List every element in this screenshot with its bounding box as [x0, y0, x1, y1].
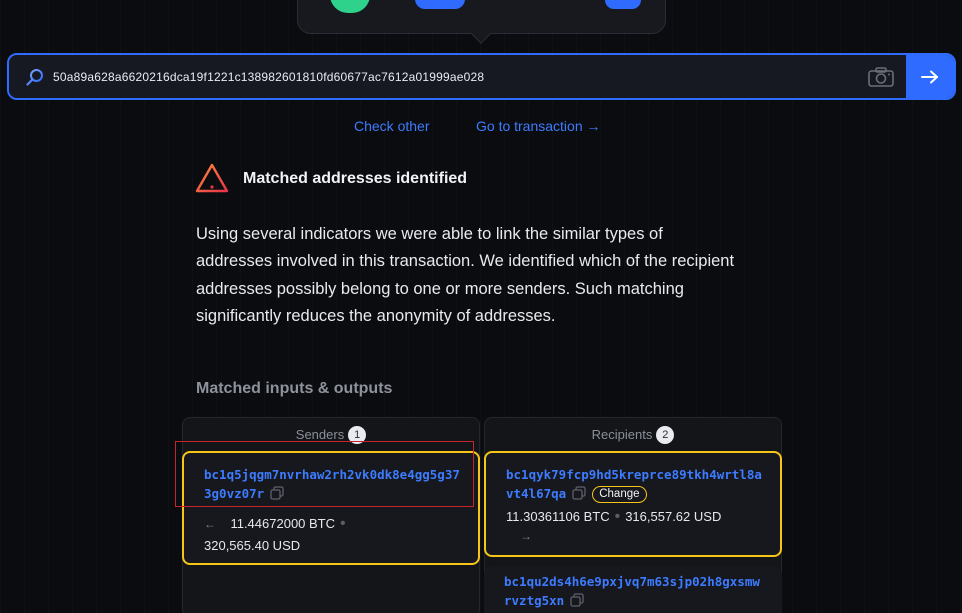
senders-label: Senders: [295, 427, 345, 442]
recipient-usd-amount: 316,557.62 USD: [625, 509, 722, 524]
copy-icon[interactable]: [572, 486, 586, 500]
recipients-count-badge: 2: [656, 426, 675, 444]
search-icon: [26, 69, 43, 86]
recipient-card: bc1qu2ds4h6e9pxjvq7m63sjp02h8gxsmwrvztg5…: [484, 566, 782, 613]
search-bar: [7, 53, 956, 100]
popover-pointer: [471, 24, 491, 44]
change-badge: Change: [592, 486, 647, 503]
arrow-right-icon: →: [520, 529, 532, 543]
separator-dot: •: [340, 515, 346, 532]
result-heading: Matched addresses identified: [243, 170, 468, 187]
sender-usd-amount: 320,565.40 USD: [204, 538, 301, 553]
action-links: Check other Go to transaction →: [0, 118, 962, 138]
warning-icon: [195, 163, 229, 193]
camera-icon[interactable]: [867, 66, 895, 88]
sender-btc-amount: 11.44672000 BTC: [230, 516, 336, 531]
toggle-icon[interactable]: [415, 0, 465, 9]
section-title: Matched inputs & outputs: [196, 380, 393, 397]
recipients-label: Recipients: [591, 427, 653, 442]
check-other-link[interactable]: Check other: [354, 118, 429, 134]
result-description: Using several indicators we were able to…: [196, 225, 735, 325]
arrow-right-icon: [921, 70, 938, 83]
shield-icon: [330, 0, 370, 13]
top-popover: [297, 0, 666, 44]
document-icon[interactable]: [605, 0, 641, 9]
go-to-transaction-link[interactable]: Go to transaction →: [476, 118, 601, 134]
recipient-btc-amount: 11.30361106 BTC: [506, 509, 610, 524]
search-input[interactable]: [9, 55, 908, 98]
separator-dot: •: [614, 508, 621, 525]
recipients-header: Recipients 2: [485, 426, 781, 444]
recipient-card: bc1qyk79fcp9hd5kreprce89tkh4wrtl8avt4l67…: [484, 451, 782, 557]
copy-icon[interactable]: [570, 593, 584, 607]
highlight-box: [175, 441, 474, 507]
recipient-address-link[interactable]: bc1qu2ds4h6e9pxjvq7m63sjp02h8gxsmwrvztg5…: [504, 574, 760, 608]
arrow-left-icon: ←: [204, 517, 216, 531]
search-submit-button[interactable]: [906, 55, 954, 98]
